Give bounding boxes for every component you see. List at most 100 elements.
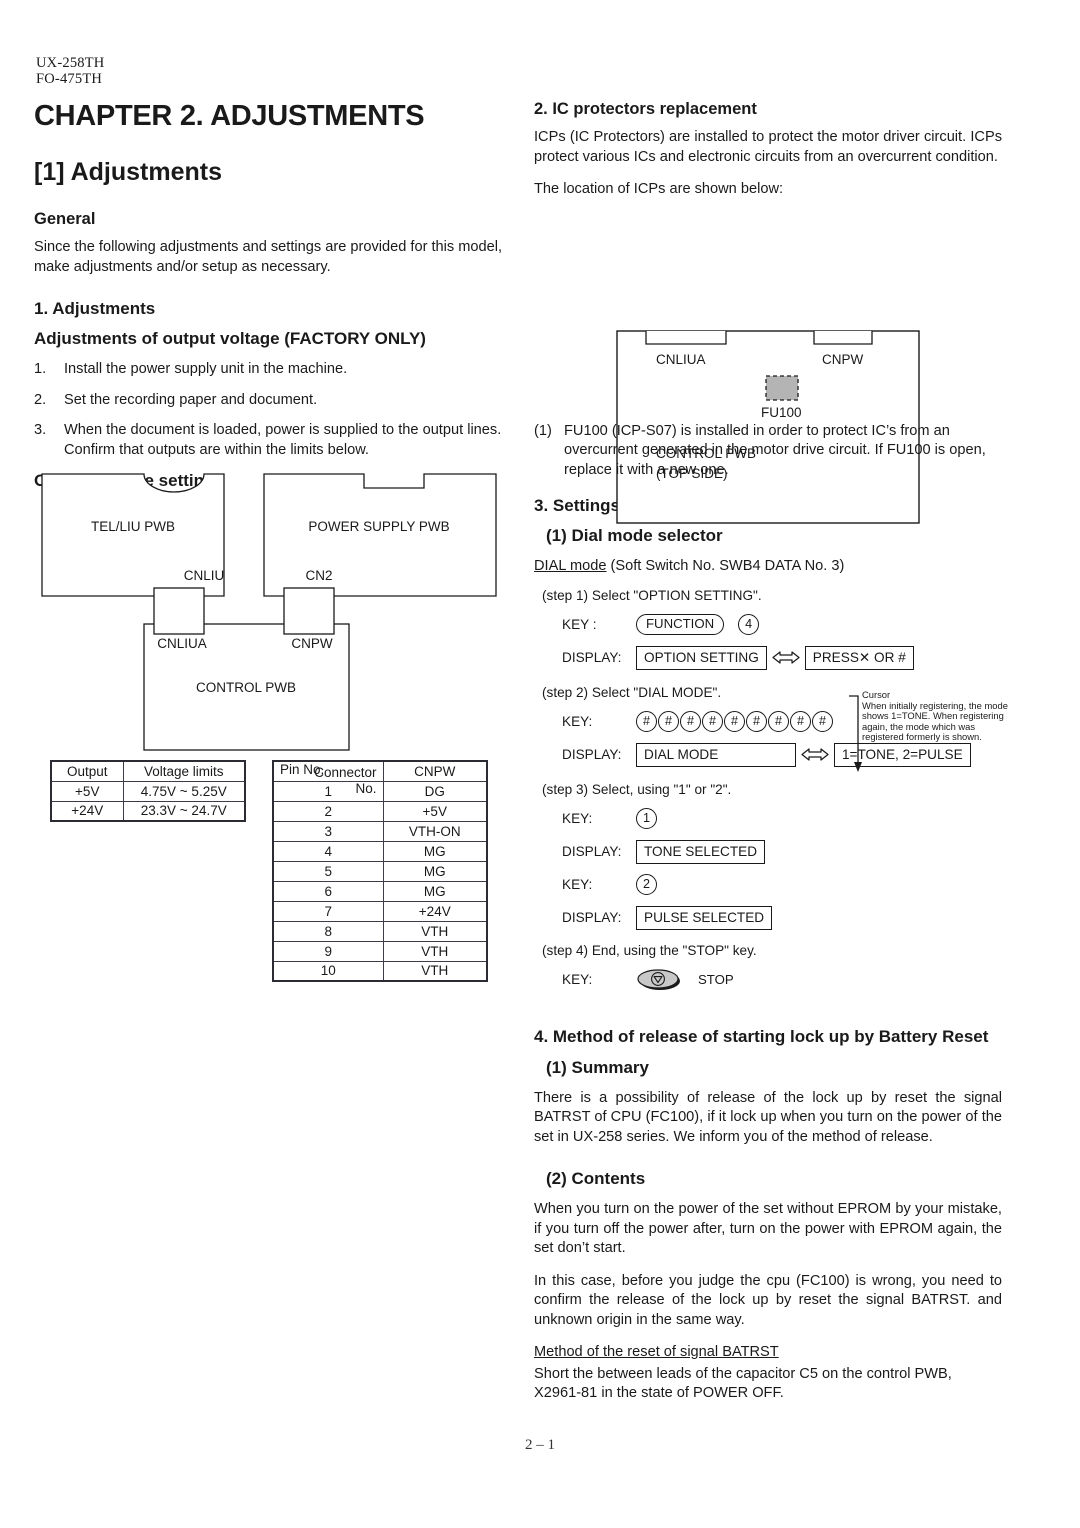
- step-4-text: (step 4) End, using the "STOP" key.: [542, 942, 757, 958]
- function-key[interactable]: FUNCTION: [636, 614, 725, 635]
- table-row: 4 MG: [272, 840, 488, 862]
- display-label: DISPLAY:: [562, 650, 622, 665]
- step-2-display-row: DISPLAY: DIAL MODE 1=TONE, 2=PULSE: [534, 742, 1002, 767]
- display-label: DISPLAY:: [562, 844, 622, 859]
- contents-paragraph-1: When you turn on the power of the set wi…: [534, 1201, 1002, 1256]
- hash-key[interactable]: #: [636, 711, 657, 732]
- control-pwb-label: CONTROL PWB: [196, 680, 296, 695]
- hash-key[interactable]: #: [658, 711, 679, 732]
- table-cell: MG: [382, 860, 488, 882]
- step-3-display-row-a: DISPLAY: TONE SELECTED: [534, 839, 1002, 864]
- list-item-number: 2.: [34, 391, 47, 408]
- icp-location-diagram-wrap: CNLIUA CNPW FU100 CONTROL PWB (TOP SIDE): [534, 208, 1002, 524]
- list-item: 3. When the document is loaded, power is…: [34, 421, 504, 460]
- table-row: +5V 4.75V ~ 5.25V: [50, 780, 246, 802]
- table-cell: 8: [272, 920, 384, 942]
- contents-paragraph-2: In this case, before you judge the cpu (…: [534, 1272, 1002, 1328]
- table-row: 6 MG: [272, 880, 488, 902]
- cn2-label: CN2: [305, 568, 332, 583]
- table-cell: +24V: [50, 800, 124, 822]
- cnpw-label: CNPW: [291, 636, 333, 651]
- step-1-text: (step 1) Select "OPTION SETTING".: [542, 587, 762, 603]
- table-row: 7 +24V: [272, 900, 488, 922]
- dial-mode-underlined: DIAL mode: [534, 558, 607, 574]
- hash-key[interactable]: #: [812, 711, 833, 732]
- table-row: 5 MG: [272, 860, 488, 882]
- table-cell: MG: [382, 880, 488, 902]
- table-cell: VTH-ON: [382, 820, 488, 842]
- table-cell: MG: [382, 840, 488, 862]
- right-column: 2. IC protectors replacement ICPs (IC Pr…: [534, 100, 1002, 1417]
- connector-no-label: No.: [355, 781, 377, 796]
- table-cell: 23.3V ~ 24.7V: [122, 800, 246, 822]
- cnliua-label: CNLIUA: [157, 636, 207, 651]
- lcd-display-text-alt: PRESS✕ OR #: [804, 645, 914, 670]
- cursor-annotation-text: When initially registering, the mode sho…: [862, 699, 1008, 743]
- hash-key[interactable]: #: [746, 711, 767, 732]
- model-id-secondary: FO-475TH: [36, 71, 103, 87]
- table-row: 3 VTH-ON: [272, 820, 488, 842]
- hash-key[interactable]: #: [768, 711, 789, 732]
- left-column: General Since the following adjustments …: [34, 210, 504, 502]
- hash-key[interactable]: #: [702, 711, 723, 732]
- step-4-key-row: KEY: STOP: [534, 968, 1002, 992]
- power-supply-pwb-label: POWER SUPPLY PWB: [308, 519, 449, 534]
- numeric-key-2[interactable]: 2: [636, 874, 657, 895]
- dial-mode-selector-heading: (1) Dial mode selector: [546, 526, 723, 545]
- method-heading-text: Method of the reset of signal BATRST: [534, 1344, 779, 1360]
- table-cell: 2: [272, 800, 384, 822]
- fu100-component: [765, 374, 799, 401]
- key-label: KEY:: [562, 877, 593, 892]
- table-cell: 4: [272, 840, 384, 862]
- tel-liu-pwb-label: TEL/LIU PWB: [91, 519, 175, 534]
- table-cell: 4.75V ~ 5.25V: [122, 780, 246, 802]
- display-label: DISPLAY:: [562, 747, 622, 762]
- hash-key[interactable]: #: [724, 711, 745, 732]
- fu100-label: FU100: [761, 405, 802, 420]
- manual-page: UX-258TH FO-475TH CHAPTER 2. ADJUSTMENTS…: [0, 0, 1080, 1528]
- table-cell: 5: [272, 860, 384, 882]
- section-heading: [1] Adjustments: [34, 158, 222, 186]
- list-item-number: 3.: [34, 422, 47, 438]
- table-cell: 9: [272, 940, 384, 962]
- page-number: 2 – 1: [525, 1437, 555, 1453]
- table-row: 1 DG: [272, 780, 488, 802]
- ic-protectors-paragraph-2: The location of ICPs are shown below:: [534, 181, 784, 197]
- double-arrow-icon: [772, 651, 800, 664]
- key-label: KEY:: [562, 811, 593, 826]
- method-paragraph: Short the between leads of the capacitor…: [534, 1365, 952, 1402]
- table-row: 9 VTH: [272, 940, 488, 962]
- page-footer: 2 – 1: [0, 1437, 1080, 1454]
- connector-pin-header-cell: Connector No. Pin No.: [272, 760, 384, 796]
- connector-pin-table: Connector No. Pin No. CNPW 1 DG 2 +5V 3 VTH…: [272, 760, 488, 982]
- step-3-display-row-b: DISPLAY: PULSE SELECTED: [534, 905, 1002, 930]
- table-cell: +24V: [382, 900, 488, 922]
- hash-key[interactable]: #: [790, 711, 811, 732]
- hash-key[interactable]: #: [680, 711, 701, 732]
- table-cell: VTH: [382, 940, 488, 962]
- lcd-display-text: DIAL MODE: [636, 742, 796, 767]
- column-header-voltage-limits: Voltage limits: [122, 760, 246, 782]
- display-label: DISPLAY:: [562, 910, 622, 925]
- numeric-key-1[interactable]: 1: [636, 808, 657, 829]
- hash-key-sequence: # # # # # # # # #: [636, 711, 834, 732]
- key-label: KEY:: [562, 714, 593, 729]
- list-item-number: 1.: [34, 361, 47, 377]
- lcd-display-text: PULSE SELECTED: [636, 905, 773, 930]
- table-row: 2 +5V: [272, 800, 488, 822]
- table-cell: +5V: [50, 780, 124, 802]
- adjustment-steps-list: 1. Install the power supply unit in the …: [34, 360, 504, 460]
- pin-no-label: Pin No.: [280, 761, 325, 777]
- table-cell: 7: [272, 900, 384, 922]
- model-identifiers: UX-258TH FO-475TH: [36, 55, 104, 87]
- table-cell: 10: [272, 960, 384, 982]
- summary-paragraph: There is a possibility of release of the…: [534, 1089, 1002, 1145]
- table-row: +24V 23.3V ~ 24.7V: [50, 800, 246, 822]
- numeric-key-4[interactable]: 4: [738, 614, 760, 635]
- step-3-key-row-b: KEY: 2: [534, 873, 1002, 897]
- step-1-display-row: DISPLAY: OPTION SETTING PRESS✕ OR #: [534, 645, 1002, 670]
- stop-key-icon[interactable]: [636, 968, 682, 992]
- dial-mode-softswitch-line: DIAL mode (Soft Switch No. SWB4 DATA No.…: [534, 557, 1002, 577]
- battery-reset-heading: 4. Method of release of starting lock up…: [534, 1026, 989, 1046]
- key-label: KEY :: [562, 617, 597, 632]
